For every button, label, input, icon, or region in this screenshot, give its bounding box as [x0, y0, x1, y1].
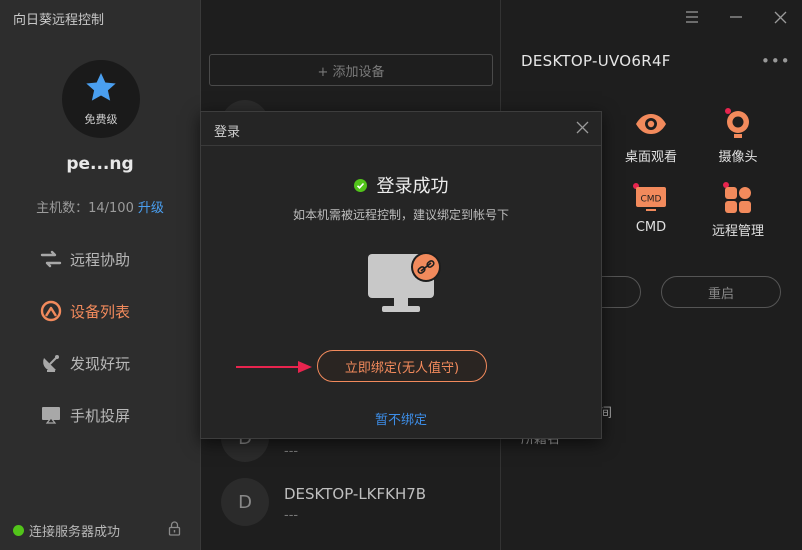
- arrows-exchange-icon: [40, 250, 62, 268]
- add-device-button[interactable]: + 添加设备: [209, 54, 493, 86]
- device-sub: ---: [284, 444, 299, 459]
- bind-now-button[interactable]: 立即绑定(无人值守): [317, 350, 487, 382]
- login-dialog: 登录 登录成功 如本机需被远程控制，建议绑定到帐号下 立即绑定(无人值守) 暂不…: [200, 111, 602, 439]
- device-row[interactable]: D DESKTOP-LKFKH7B ---: [221, 478, 491, 528]
- nav-label: 手机投屏: [70, 406, 131, 425]
- device-name: DESKTOP-LKFKH7B: [284, 485, 427, 503]
- app-window: 向日葵远程控制 免费级 pe...ng 主机数：14/100 升级 远程协助 设备…: [0, 0, 802, 550]
- device-title: DESKTOP-UVO6R4F: [521, 52, 671, 70]
- success-message: 登录成功: [201, 172, 601, 198]
- close-icon[interactable]: [576, 121, 589, 134]
- feature-cmd[interactable]: CMD CMD: [611, 182, 691, 235]
- more-options-icon[interactable]: •••: [761, 52, 791, 70]
- nav-label: 发现好玩: [70, 354, 131, 373]
- username: pe...ng: [66, 154, 134, 174]
- nav-discover[interactable]: 发现好玩: [40, 350, 130, 376]
- status-text: 连接服务器成功: [29, 525, 121, 540]
- apps-grid-icon: [723, 182, 751, 213]
- minimize-icon[interactable]: [714, 0, 758, 34]
- nav-remote-assist[interactable]: 远程协助: [40, 246, 130, 272]
- sidebar: 向日葵远程控制 免费级 pe...ng 主机数：14/100 升级 远程协助 设备…: [0, 0, 201, 550]
- host-count: 主机数：14/100 升级: [0, 197, 200, 216]
- nav-label: 设备列表: [70, 302, 131, 321]
- device-list-icon: [40, 300, 62, 322]
- bind-hint: 如本机需被远程控制，建议绑定到帐号下: [292, 208, 509, 222]
- avatar[interactable]: 免费级: [62, 60, 140, 138]
- check-circle-icon: [353, 178, 367, 192]
- feature-label: CMD: [635, 220, 667, 235]
- device-sub: ---: [284, 508, 299, 523]
- lock-icon[interactable]: [168, 521, 181, 536]
- window-controls: [670, 0, 802, 34]
- device-avatar: D: [221, 478, 269, 526]
- arrow-annotation: [236, 361, 312, 373]
- host-count-text: 主机数：14/100: [36, 201, 134, 216]
- nav-device-list[interactable]: 设备列表: [40, 298, 130, 324]
- connection-status: 连接服务器成功: [13, 521, 120, 540]
- feature-remote-manage[interactable]: 远程管理: [698, 182, 778, 239]
- app-title: 向日葵远程控制: [13, 13, 105, 28]
- upgrade-link[interactable]: 升级: [138, 201, 164, 216]
- feature-label: 桌面观看: [624, 150, 677, 165]
- feature-camera[interactable]: 摄像头: [698, 108, 778, 165]
- screen-cast-icon: [42, 407, 60, 424]
- close-icon[interactable]: [758, 0, 802, 34]
- feature-desktop-view[interactable]: 桌面观看: [611, 108, 691, 165]
- cmd-badge: CMD: [641, 195, 662, 205]
- nav-screen-cast[interactable]: 手机投屏: [40, 402, 130, 428]
- camera-icon: [725, 108, 749, 138]
- dialog-header: 登录: [201, 112, 601, 146]
- satellite-dish-icon: [43, 355, 59, 372]
- eye-icon: [636, 114, 666, 134]
- monitor-link-icon: [368, 252, 441, 312]
- success-text: 登录成功: [376, 176, 449, 197]
- tier-label: 免费级: [84, 113, 118, 126]
- status-dot: [13, 525, 24, 536]
- star-icon: [86, 73, 116, 101]
- cmd-icon: CMD: [633, 183, 666, 211]
- feature-label: 远程管理: [711, 224, 764, 239]
- nav-label: 远程协助: [70, 250, 131, 269]
- dialog-title: 登录: [214, 125, 241, 140]
- feature-label: 摄像头: [718, 150, 758, 165]
- skip-bind-link[interactable]: 暂不绑定: [201, 409, 601, 428]
- menu-icon[interactable]: [670, 0, 714, 34]
- restart-button[interactable]: 重启: [661, 276, 781, 308]
